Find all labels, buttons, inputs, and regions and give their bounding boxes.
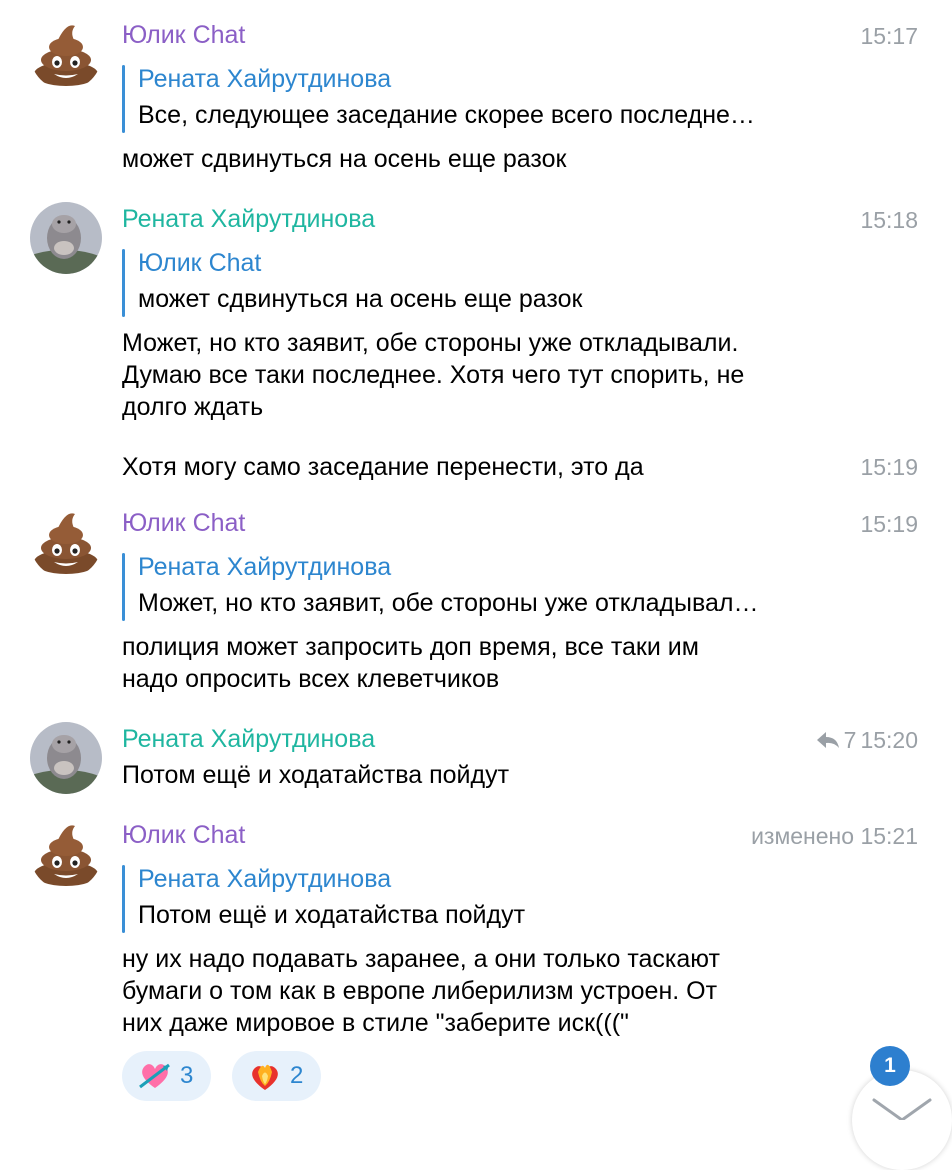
- message-meta[interactable]: 7 15:20: [816, 725, 918, 755]
- heart-with-arrow-icon: [139, 1063, 170, 1089]
- message-time: 15:20: [860, 727, 918, 753]
- scroll-to-bottom-button[interactable]: [852, 1070, 952, 1170]
- message-time: 15:19: [860, 454, 918, 480]
- reaction-count: 2: [290, 1062, 304, 1089]
- quote-bar: [122, 65, 125, 133]
- avatar-yulik[interactable]: [30, 818, 102, 890]
- quote-bar: [122, 249, 125, 317]
- message-text: может сдвинуться на осень еще разок: [122, 145, 567, 173]
- message-time: 15:18: [860, 207, 918, 233]
- quote-bar: [122, 865, 125, 933]
- sender-name[interactable]: Юлик Chat: [122, 20, 245, 50]
- message-time: 15:19: [860, 511, 918, 537]
- poop-icon: [34, 513, 98, 574]
- message-meta: изменено 15:21: [751, 821, 918, 851]
- quote-text: Все, следующее заседание скорее всего по…: [138, 101, 755, 129]
- sender-name[interactable]: Рената Хайрутдинова: [122, 204, 375, 234]
- hamster-photo-icon: [30, 722, 102, 794]
- reaction-count: 3: [180, 1062, 194, 1089]
- unread-count-badge: 1: [870, 1046, 910, 1086]
- hamster-photo-icon: [30, 202, 102, 274]
- message-time: 15:21: [860, 823, 918, 849]
- poop-icon: [34, 825, 98, 886]
- message-text: ну их надо подавать заранее, а они тольк…: [122, 945, 720, 1037]
- sender-name[interactable]: Рената Хайрутдинова: [122, 724, 375, 754]
- reaction-heart-fire[interactable]: 2: [232, 1051, 322, 1101]
- reaction-heart-arrow[interactable]: 3: [122, 1051, 212, 1101]
- sender-name[interactable]: Юлик Chat: [122, 508, 245, 538]
- quote-text: Может, но кто заявит, обе стороны уже от…: [138, 589, 759, 617]
- quote-author: Рената Хайрутдинова: [138, 553, 392, 581]
- message-time: 15:17: [860, 23, 918, 49]
- quote-text: Потом ещё и ходатайства пойдут: [138, 901, 526, 929]
- avatar-renata[interactable]: [30, 722, 102, 794]
- message-text: Хотя могу само заседание перенести, это …: [122, 453, 644, 481]
- quote-author: Рената Хайрутдинова: [138, 865, 392, 893]
- reply-quote[interactable]: Юлик Chat может сдвинуться на осень еще …: [122, 247, 822, 319]
- replies-count: 7: [843, 727, 857, 753]
- edited-label: изменено: [751, 823, 855, 849]
- reply-quote[interactable]: Рената Хайрутдинова Может, но кто заявит…: [122, 551, 822, 623]
- quote-author: Рената Хайрутдинова: [138, 65, 392, 93]
- quote-bar: [122, 553, 125, 621]
- reply-quote[interactable]: Рената Хайрутдинова Потом ещё и ходатайс…: [122, 863, 822, 935]
- message-text: Может, но кто заявит, обе стороны уже от…: [122, 329, 745, 421]
- avatar-yulik[interactable]: [30, 18, 102, 90]
- avatar-yulik[interactable]: [30, 506, 102, 578]
- reply-arrow-icon: [816, 732, 839, 748]
- avatar-renata[interactable]: [30, 202, 102, 274]
- sender-name[interactable]: Юлик Chat: [122, 820, 245, 850]
- message-text: Потом ещё и ходатайства пойдут: [122, 761, 510, 789]
- quote-text: может сдвинуться на осень еще разок: [138, 285, 583, 313]
- quote-author: Юлик Chat: [138, 249, 262, 277]
- poop-icon: [34, 25, 98, 86]
- reply-quote[interactable]: Рената Хайрутдинова Все, следующее засед…: [122, 63, 822, 135]
- message-text: полиция может запросить доп время, все т…: [122, 633, 699, 693]
- heart-on-fire-icon: [252, 1064, 278, 1090]
